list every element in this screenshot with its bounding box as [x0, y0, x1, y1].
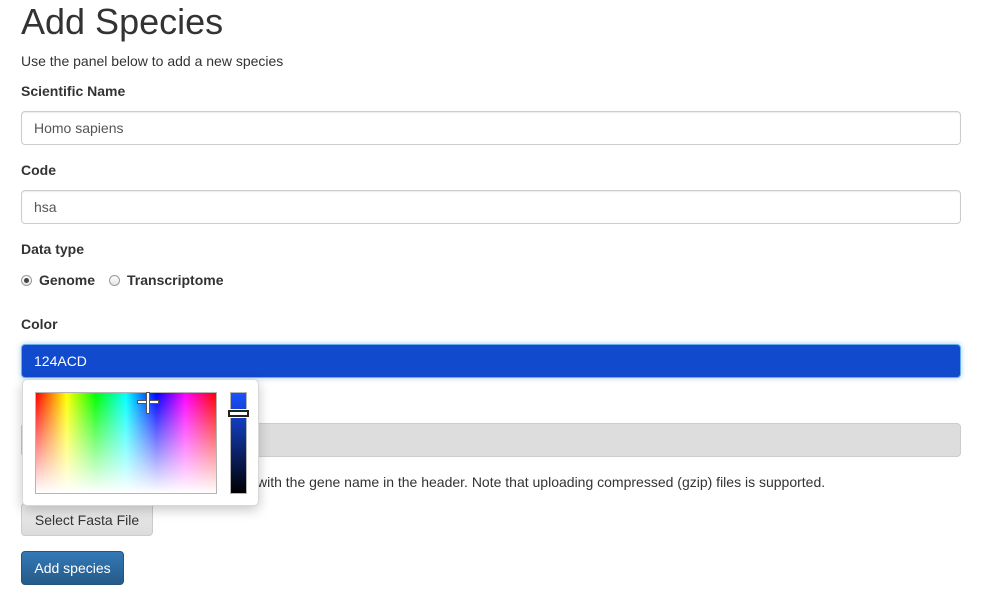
transcriptome-radio-label[interactable]: Transcriptome: [127, 272, 223, 288]
page-title: Add Species: [21, 1, 224, 42]
code-input[interactable]: [21, 190, 961, 224]
color-picker-popup: [22, 379, 259, 506]
code-label: Code: [21, 162, 56, 178]
color-picker-saturation-area[interactable]: [35, 392, 217, 494]
data-type-radio-group: Genome Transcriptome: [21, 271, 238, 289]
add-species-button[interactable]: Add species: [21, 551, 124, 585]
scientific-name-input[interactable]: [21, 111, 961, 145]
page-subtitle: Use the panel below to add a new species: [21, 53, 284, 69]
transcriptome-radio[interactable]: [109, 274, 121, 286]
genome-radio[interactable]: [21, 274, 32, 286]
genome-radio-label[interactable]: Genome: [39, 272, 95, 288]
select-fasta-file-button[interactable]: Select Fasta File: [21, 503, 153, 536]
color-picker-value-slider[interactable]: [228, 392, 249, 494]
data-type-label: Data type: [21, 241, 85, 257]
crosshair-cursor-icon[interactable]: [137, 392, 159, 414]
value-slider-handle[interactable]: [228, 410, 249, 417]
add-species-page: Add Species Use the panel below to add a…: [0, 0, 983, 598]
file-help-text: with the gene name in the header. Note t…: [257, 474, 826, 490]
color-label: Color: [21, 316, 58, 332]
radio-selected-dot: [24, 277, 29, 283]
color-input[interactable]: 124ACD: [21, 344, 961, 378]
scientific-name-label: Scientific Name: [21, 83, 126, 99]
